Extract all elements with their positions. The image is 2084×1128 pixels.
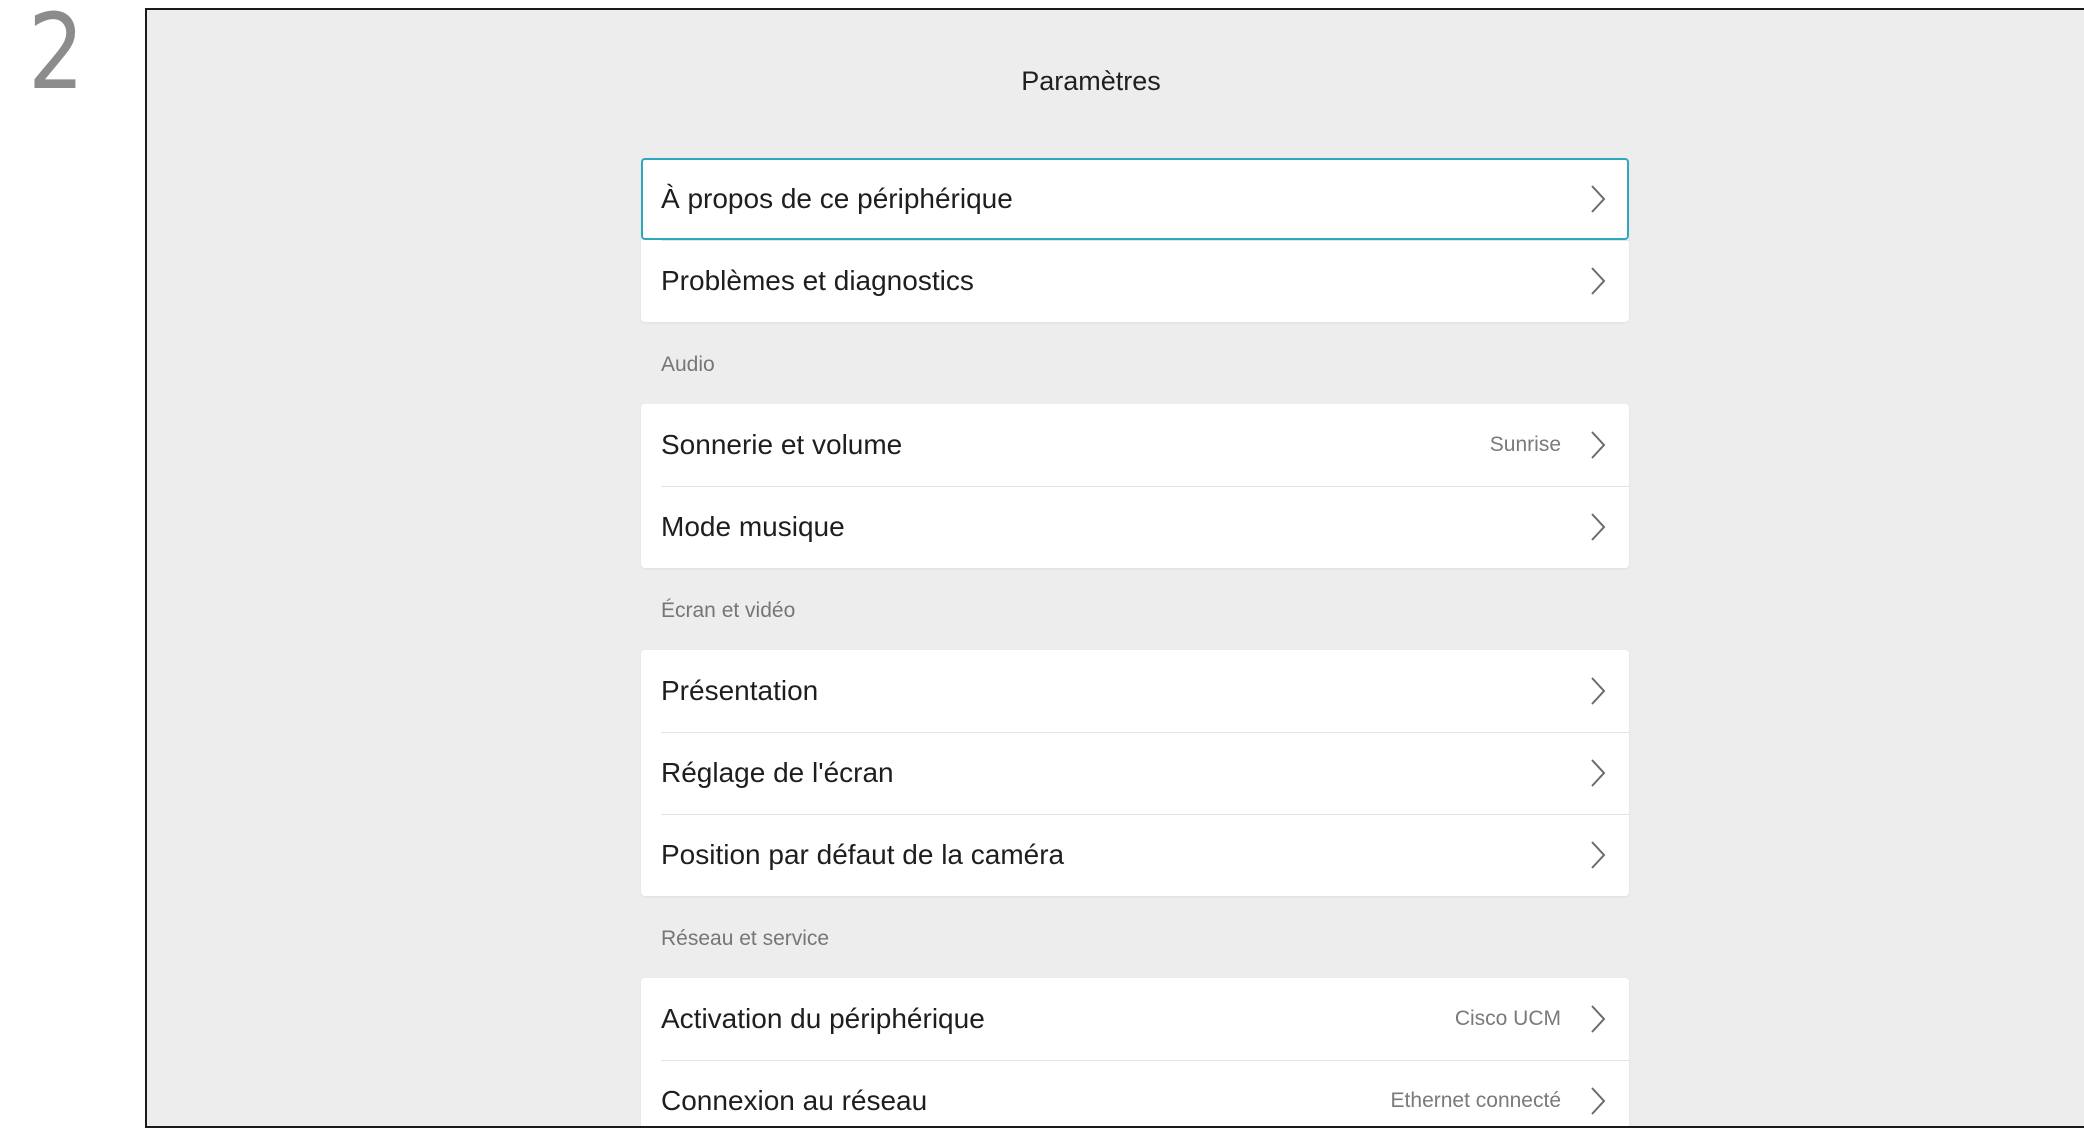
- settings-item-screen-adjustment[interactable]: Réglage de l'écran: [641, 732, 1629, 814]
- settings-item-ringtone-volume[interactable]: Sonnerie et volume Sunrise: [641, 404, 1629, 486]
- chevron-right-icon: [1587, 264, 1609, 298]
- settings-item-device-activation[interactable]: Activation du périphérique Cisco UCM: [641, 978, 1629, 1060]
- page-title: Paramètres: [1021, 66, 1161, 96]
- chevron-right-icon: [1587, 428, 1609, 462]
- settings-group-screen-video: Présentation Réglage de l'écran Position…: [641, 650, 1629, 896]
- chevron-right-icon: [1587, 838, 1609, 872]
- settings-item-music-mode[interactable]: Mode musique: [641, 486, 1629, 568]
- chevron-right-icon: [1587, 1002, 1609, 1036]
- settings-item-label: Sonnerie et volume: [661, 429, 903, 460]
- settings-group-network-service: Activation du périphérique Cisco UCM Con…: [641, 978, 1629, 1126]
- settings-item-label: Activation du périphérique: [661, 1003, 985, 1034]
- chevron-right-icon: [1587, 510, 1609, 544]
- settings-item-label: Mode musique: [661, 511, 845, 542]
- settings-item-label: Problèmes et diagnostics: [661, 265, 974, 296]
- chevron-right-icon: [1587, 182, 1609, 216]
- chevron-right-icon: [1587, 1084, 1609, 1118]
- settings-item-about-device[interactable]: À propos de ce périphérique: [641, 158, 1629, 240]
- settings-item-label: Réglage de l'écran: [661, 757, 894, 788]
- settings-item-label: Position par défaut de la caméra: [661, 839, 1065, 870]
- settings-group-general: À propos de ce périphérique Problèmes et…: [641, 158, 1629, 322]
- settings-item-camera-default-position[interactable]: Position par défaut de la caméra: [641, 814, 1629, 896]
- settings-item-network-connection[interactable]: Connexion au réseau Ethernet connecté: [641, 1060, 1629, 1126]
- settings-item-issues-diagnostics[interactable]: Problèmes et diagnostics: [641, 240, 1629, 322]
- settings-list: À propos de ce périphérique Problèmes et…: [641, 158, 1629, 1126]
- chevron-right-icon: [1587, 674, 1609, 708]
- settings-group-audio: Sonnerie et volume Sunrise Mode musique: [641, 404, 1629, 568]
- settings-screen: Paramètres À propos de ce périphérique P…: [145, 8, 2084, 1128]
- settings-item-label: Connexion au réseau: [661, 1085, 928, 1116]
- section-header-network-service: Réseau et service: [661, 927, 830, 950]
- settings-item-value: Ethernet connecté: [1390, 1089, 1561, 1112]
- chevron-right-icon: [1587, 756, 1609, 790]
- settings-item-label: À propos de ce périphérique: [661, 183, 1013, 214]
- section-header-audio: Audio: [661, 353, 715, 376]
- settings-item-value: Cisco UCM: [1454, 1007, 1561, 1030]
- settings-item-label: Présentation: [661, 675, 819, 706]
- step-number: 2: [28, 0, 85, 113]
- settings-item-presentation[interactable]: Présentation: [641, 650, 1629, 732]
- section-header-screen-video: Écran et vidéo: [661, 599, 796, 622]
- settings-item-value: Sunrise: [1489, 433, 1561, 456]
